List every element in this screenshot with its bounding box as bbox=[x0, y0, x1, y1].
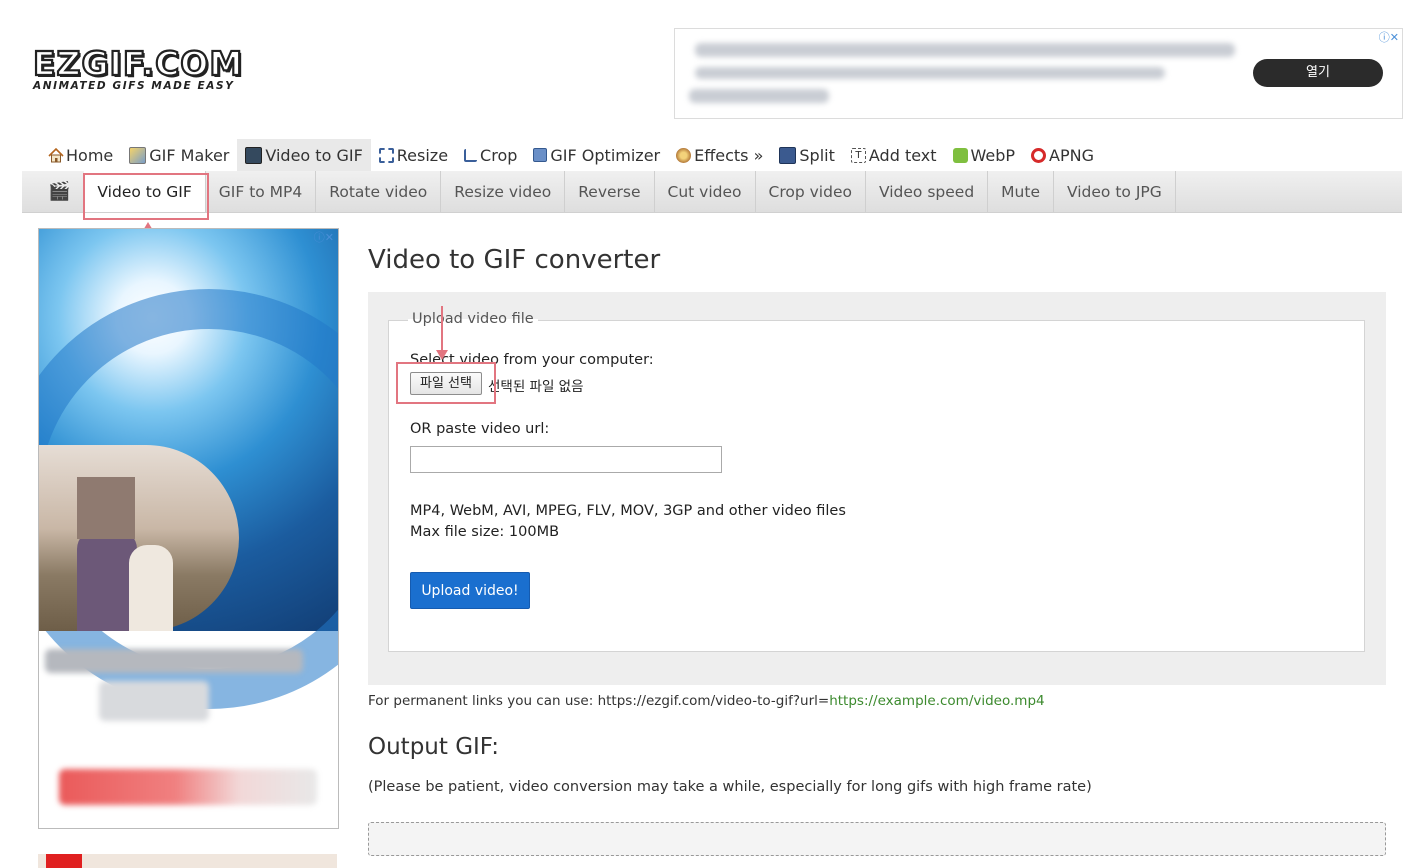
subnav-reverse[interactable]: Reverse bbox=[565, 171, 655, 212]
annotation-arrow-down bbox=[436, 350, 448, 360]
adchoices-icon[interactable]: ⓘ✕ bbox=[304, 229, 334, 244]
main-nav: Home GIF Maker Video to GIF Resize Crop … bbox=[40, 139, 1102, 171]
nav-gif-maker-label: GIF Maker bbox=[149, 145, 230, 165]
output-title: Output GIF: bbox=[368, 734, 500, 760]
ad-open-button[interactable]: 열기 bbox=[1253, 59, 1383, 87]
nav-crop[interactable]: Crop bbox=[456, 139, 525, 171]
subnav-crop-video[interactable]: Crop video bbox=[756, 171, 866, 212]
subnav-resize-video[interactable]: Resize video bbox=[441, 171, 566, 212]
nav-webp-label: WebP bbox=[970, 145, 1016, 165]
output-area bbox=[368, 822, 1386, 856]
gif-maker-icon bbox=[129, 146, 147, 164]
nav-home-label: Home bbox=[66, 145, 114, 165]
add-text-icon: T bbox=[850, 147, 866, 163]
subnav-cut-video[interactable]: Cut video bbox=[655, 171, 756, 212]
highlight-box-file-button bbox=[396, 362, 496, 404]
subnav-video-speed[interactable]: Video speed bbox=[866, 171, 989, 212]
site-logo[interactable]: EZGIF.COM ANIMATED GIFS MADE EASY bbox=[32, 44, 273, 96]
upload-video-button[interactable]: Upload video! bbox=[410, 572, 530, 609]
supported-formats: MP4, WebM, AVI, MPEG, FLV, MOV, 3GP and … bbox=[410, 503, 846, 519]
nav-resize-label: Resize bbox=[396, 145, 449, 165]
nav-split-label: Split bbox=[799, 145, 835, 165]
nav-gif-optimizer-label: GIF Optimizer bbox=[550, 145, 661, 165]
bottom-ad[interactable] bbox=[38, 854, 337, 868]
nav-effects-label: Effects » bbox=[694, 145, 764, 165]
nav-apng[interactable]: APNG bbox=[1023, 139, 1102, 171]
subnav-rotate-video[interactable]: Rotate video bbox=[316, 171, 442, 212]
permanent-link-prefix: For permanent links you can use: https:/… bbox=[368, 693, 830, 709]
blurred-face bbox=[77, 477, 135, 539]
subnav-video-to-jpg[interactable]: Video to JPG bbox=[1054, 171, 1176, 212]
split-icon bbox=[779, 146, 797, 164]
clapperboard-icon: 🎬 bbox=[48, 181, 71, 202]
nav-gif-optimizer[interactable]: GIF Optimizer bbox=[525, 139, 668, 171]
nav-home[interactable]: Home bbox=[40, 139, 121, 171]
nav-crop-label: Crop bbox=[480, 145, 518, 165]
webp-icon bbox=[952, 147, 968, 163]
sidebar-ad[interactable]: ⓘ✕ bbox=[38, 228, 339, 829]
nav-resize[interactable]: Resize bbox=[371, 139, 456, 171]
upload-legend: Upload video file bbox=[408, 311, 538, 327]
optimizer-icon bbox=[533, 148, 548, 162]
page-title: Video to GIF converter bbox=[368, 245, 661, 275]
nav-effects[interactable]: Effects » bbox=[668, 139, 771, 171]
file-status: 선택된 파일 없음 bbox=[488, 379, 584, 395]
film-icon bbox=[245, 146, 263, 164]
nav-gif-maker[interactable]: GIF Maker bbox=[121, 139, 237, 171]
permanent-link-text: For permanent links you can use: https:/… bbox=[368, 693, 1045, 709]
annotation-arrow-line bbox=[441, 306, 443, 352]
nav-video-to-gif[interactable]: Video to GIF bbox=[237, 139, 371, 171]
subnav-gif-to-mp4[interactable]: GIF to MP4 bbox=[206, 171, 317, 212]
max-file-size: Max file size: 100MB bbox=[410, 524, 560, 540]
url-label: OR paste video url: bbox=[410, 421, 550, 437]
nav-apng-label: APNG bbox=[1049, 145, 1095, 165]
video-url-input[interactable] bbox=[410, 446, 722, 473]
top-banner-ad[interactable]: 열기 ⓘ✕ bbox=[674, 28, 1403, 119]
crop-icon bbox=[464, 148, 478, 162]
resize-icon bbox=[378, 147, 394, 163]
adchoices-icon[interactable]: ⓘ✕ bbox=[1369, 29, 1399, 44]
nav-add-text[interactable]: T Add text bbox=[843, 139, 945, 171]
subnav-mute[interactable]: Mute bbox=[988, 171, 1054, 212]
effects-icon bbox=[676, 147, 692, 163]
home-icon bbox=[48, 147, 64, 163]
upload-fieldset bbox=[388, 320, 1365, 652]
permanent-link-example[interactable]: https://example.com/video.mp4 bbox=[829, 693, 1044, 709]
apng-icon bbox=[1031, 147, 1047, 163]
nav-add-text-label: Add text bbox=[868, 145, 937, 165]
output-note: (Please be patient, video conversion may… bbox=[368, 779, 1092, 795]
sub-nav: 🎬 Video to GIF GIF to MP4 Rotate video R… bbox=[22, 171, 1402, 213]
logo-text: EZGIF.COM bbox=[32, 44, 244, 83]
nav-split[interactable]: Split bbox=[771, 139, 842, 171]
nav-video-to-gif-label: Video to GIF bbox=[265, 145, 363, 165]
nav-webp[interactable]: WebP bbox=[945, 139, 1024, 171]
highlight-box-video-to-gif bbox=[83, 173, 209, 220]
